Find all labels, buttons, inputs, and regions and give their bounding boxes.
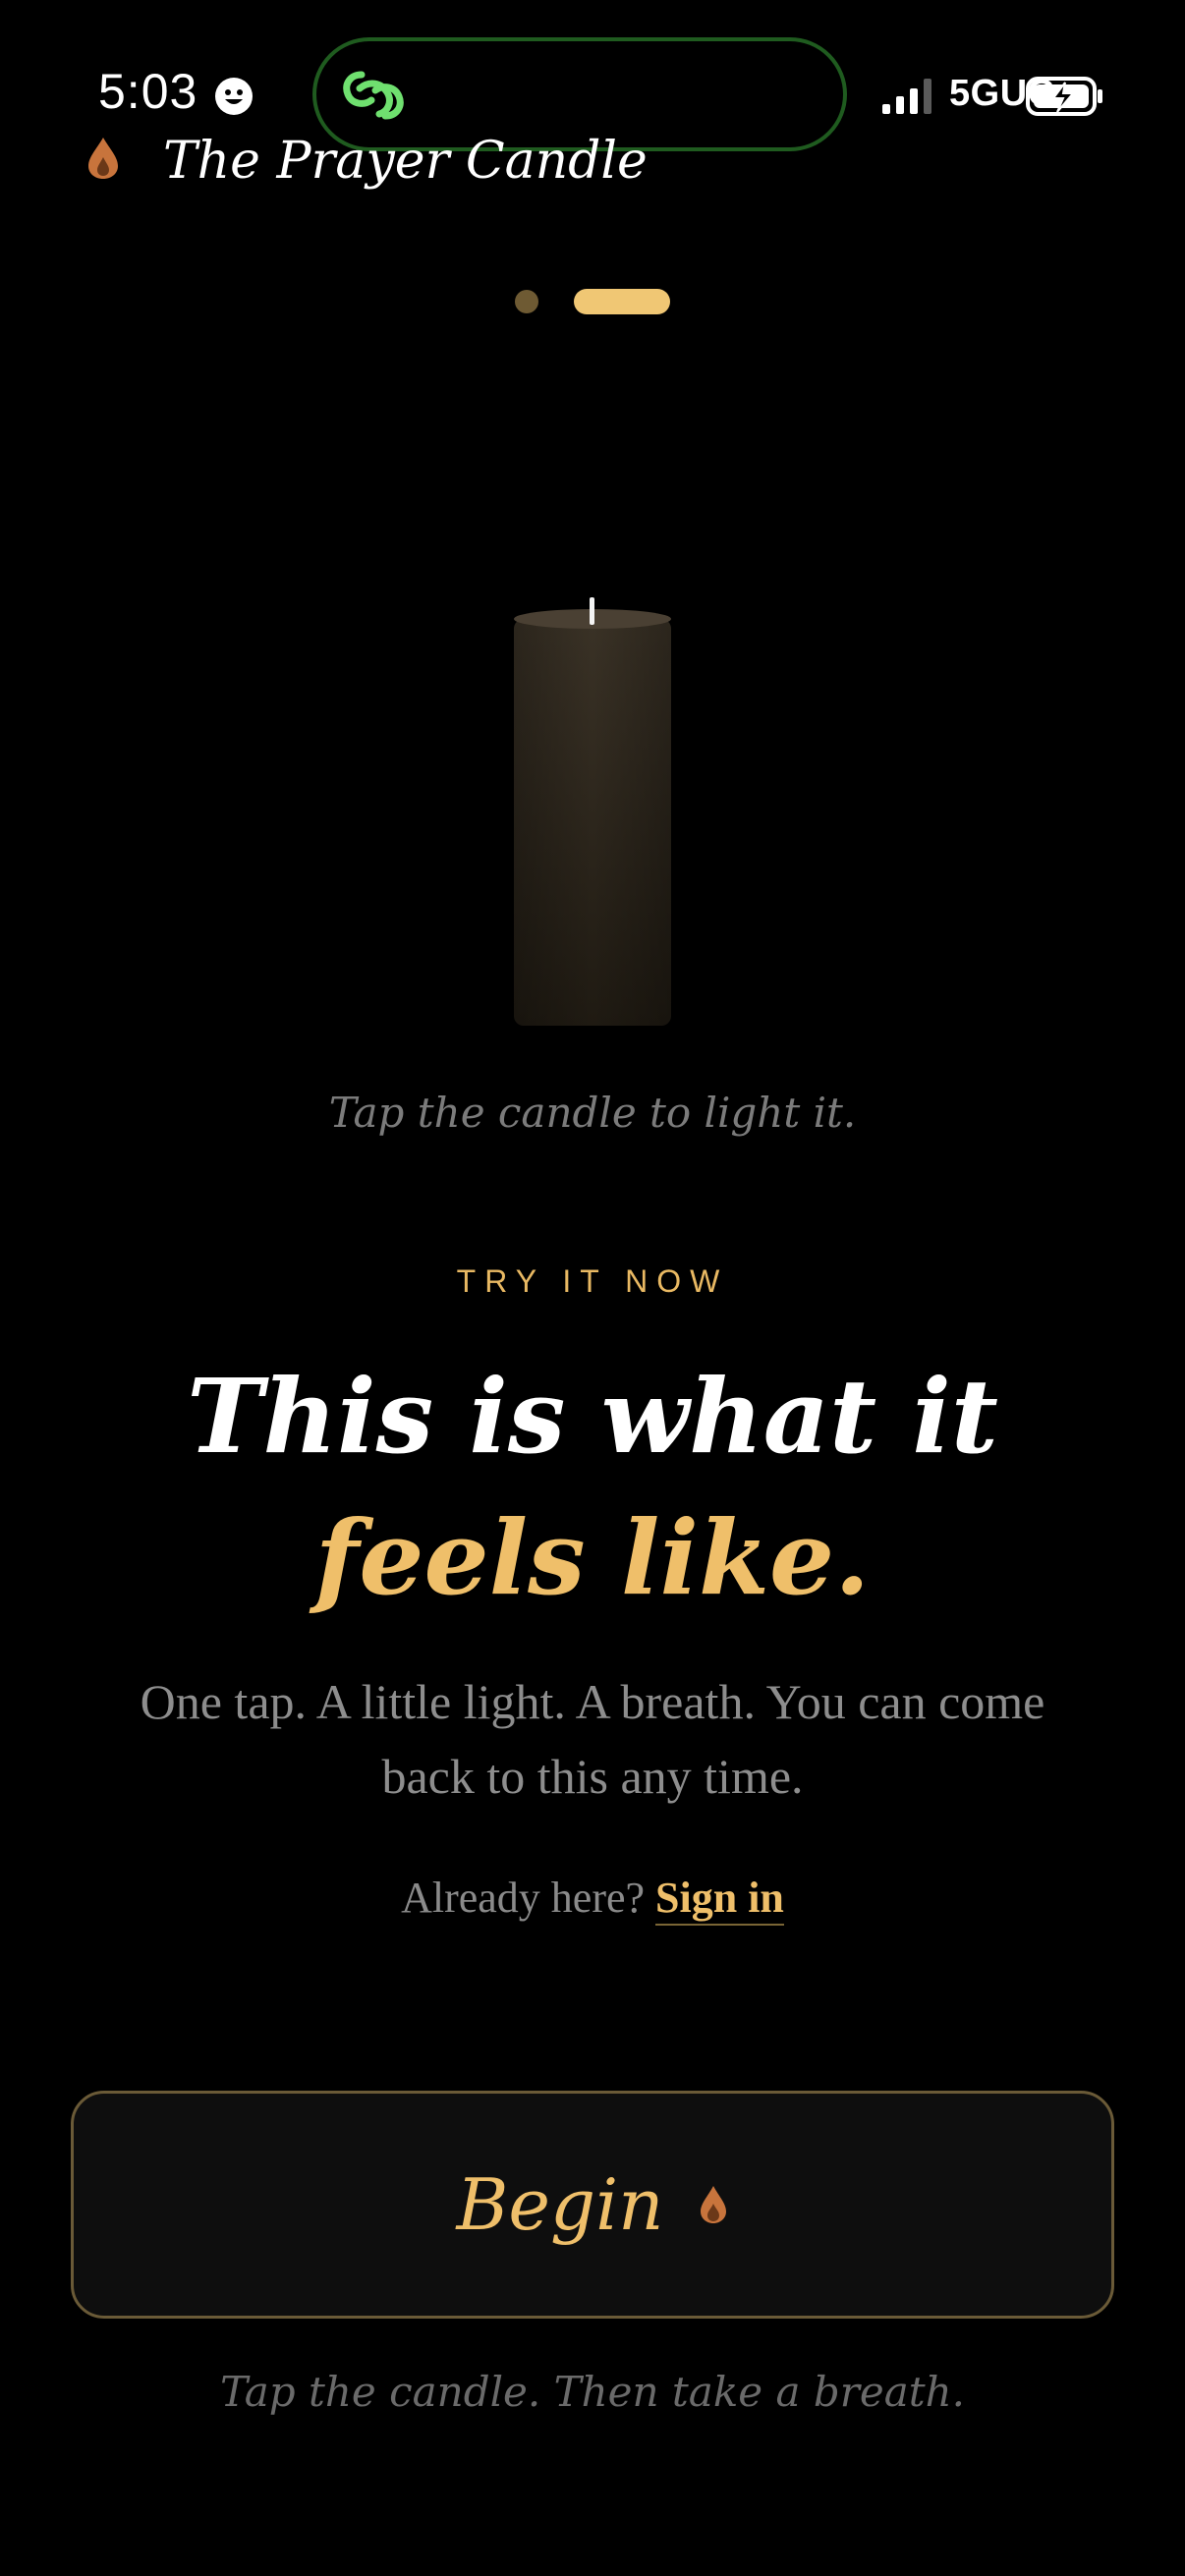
candle-wick <box>590 597 594 625</box>
headline: This is what it feels like. <box>59 1346 1126 1629</box>
signin-row: Already here? Sign in <box>0 1873 1185 1926</box>
link-chain-icon <box>343 71 404 120</box>
signal-bars-icon <box>882 79 931 114</box>
battery-charging-icon <box>1026 77 1102 116</box>
app-title: The Prayer Candle <box>163 132 648 191</box>
signin-link[interactable]: Sign in <box>655 1874 784 1926</box>
headline-plain: This is what it <box>187 1356 998 1477</box>
flame-drop-icon <box>88 138 118 179</box>
smiley-face-icon <box>215 78 253 115</box>
flame-drop-icon <box>700 2186 726 2223</box>
candle[interactable] <box>511 589 674 1028</box>
begin-label: Begin <box>456 2163 664 2246</box>
begin-button[interactable]: Begin <box>71 2091 1114 2319</box>
headline-accent: feels like. <box>314 1497 871 1618</box>
pager-dot-2-active[interactable] <box>574 289 670 314</box>
candle-hint: Tap the candle to light it. <box>328 1089 857 1137</box>
status-time: 5:03 <box>98 64 198 119</box>
signin-prompt: Already here? <box>401 1874 656 1922</box>
pager-dot-1[interactable] <box>515 290 538 313</box>
footer-hint: Tap the candle. Then take a breath. <box>219 2368 966 2416</box>
intro-subtext: One tap. A little light. A breath. You c… <box>140 1674 1045 1804</box>
eyebrow-label: TRY IT NOW <box>456 1263 729 1299</box>
